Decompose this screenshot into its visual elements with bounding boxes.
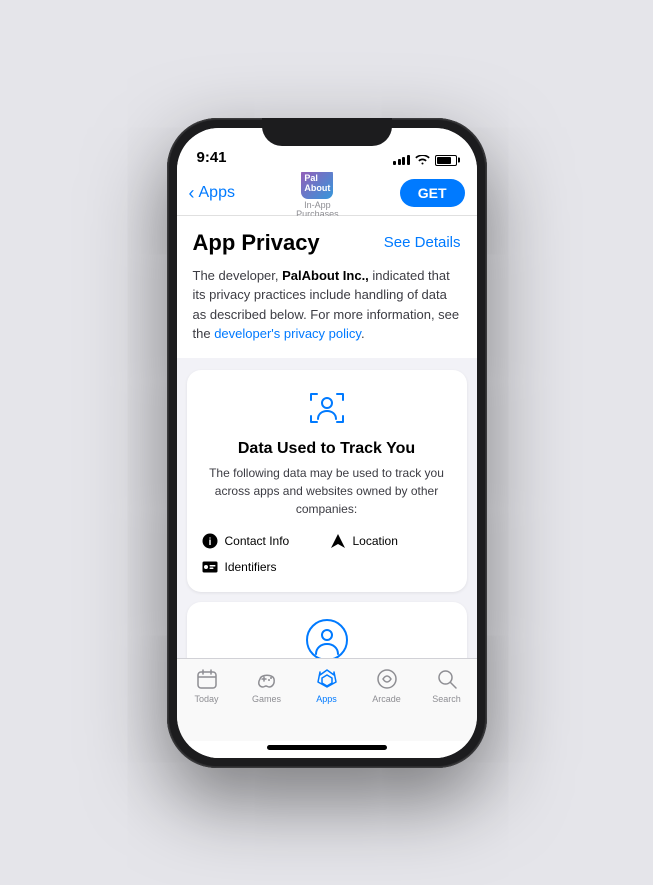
tab-arcade-label: Arcade: [372, 694, 401, 704]
search-icon: [435, 667, 459, 691]
nav-center: PalAbout In-AppPurchases: [296, 167, 339, 219]
list-item: Identifiers: [201, 558, 325, 576]
phone-device: 9:41 ‹: [167, 118, 487, 768]
tab-search[interactable]: Search: [417, 667, 477, 704]
linked-card: Data Linked to You The following data ma…: [187, 602, 467, 658]
tab-apps[interactable]: Apps: [297, 667, 357, 704]
signal-icon: [393, 155, 410, 165]
back-label: Apps: [199, 184, 235, 202]
arcade-icon: [375, 667, 399, 691]
desc-part1: The developer,: [193, 268, 283, 283]
item-label: Identifiers: [225, 560, 277, 574]
home-indicator: [267, 745, 387, 750]
location-arrow-icon: [329, 532, 347, 550]
apps-icon: [315, 667, 339, 691]
tab-bar: Today Games: [177, 658, 477, 741]
today-icon: [195, 667, 219, 691]
status-time: 9:41: [197, 149, 227, 166]
app-icon-text: PalAbout: [304, 173, 330, 193]
status-icons: [393, 155, 457, 166]
tracking-icon-container: [201, 386, 453, 430]
list-item: i Contact Info: [201, 532, 325, 550]
id-card-icon: [201, 558, 219, 576]
privacy-policy-link[interactable]: developer's privacy policy: [214, 326, 361, 341]
svg-text:i: i: [208, 537, 211, 548]
see-details-link[interactable]: See Details: [384, 234, 461, 251]
back-arrow-icon: ‹: [189, 183, 195, 204]
battery-icon: [435, 155, 457, 166]
tab-apps-label: Apps: [316, 694, 337, 704]
cards-container: Data Used to Track You The following dat…: [177, 358, 477, 658]
desc-end: .: [361, 326, 365, 341]
item-label: Location: [353, 534, 398, 548]
linked-icon: [305, 618, 349, 658]
tab-search-label: Search: [432, 694, 461, 704]
info-circle-icon: i: [201, 532, 219, 550]
tracking-items: i Contact Info Loc: [201, 532, 453, 576]
list-item: Location: [329, 532, 453, 550]
item-label: Contact Info: [225, 534, 290, 548]
tracking-icon: [305, 386, 349, 430]
wifi-icon: [415, 155, 430, 166]
phone-screen: 9:41 ‹: [177, 128, 477, 758]
get-button[interactable]: GET: [400, 179, 465, 207]
tab-games-label: Games: [252, 694, 281, 704]
nav-bar: ‹ Apps PalAbout In-AppPurchases GET: [177, 172, 477, 216]
notch: [262, 118, 392, 146]
developer-name: PalAbout Inc.,: [282, 268, 369, 283]
tracking-card: Data Used to Track You The following dat…: [187, 370, 467, 592]
main-content: App Privacy See Details The developer, P…: [177, 216, 477, 658]
back-button[interactable]: ‹ Apps: [189, 183, 235, 204]
tracking-card-desc: The following data may be used to track …: [201, 464, 453, 518]
games-icon: [255, 667, 279, 691]
tab-today[interactable]: Today: [177, 667, 237, 704]
tab-today-label: Today: [194, 694, 218, 704]
tab-arcade[interactable]: Arcade: [357, 667, 417, 704]
linked-icon-container: [201, 618, 453, 658]
tracking-card-title: Data Used to Track You: [201, 440, 453, 458]
title-row: App Privacy See Details: [193, 230, 461, 256]
tab-games[interactable]: Games: [237, 667, 297, 704]
app-icon: PalAbout: [301, 167, 333, 199]
privacy-description: The developer, PalAbout Inc., indicated …: [193, 266, 461, 344]
header-section: App Privacy See Details The developer, P…: [177, 216, 477, 358]
page-title: App Privacy: [193, 230, 320, 256]
